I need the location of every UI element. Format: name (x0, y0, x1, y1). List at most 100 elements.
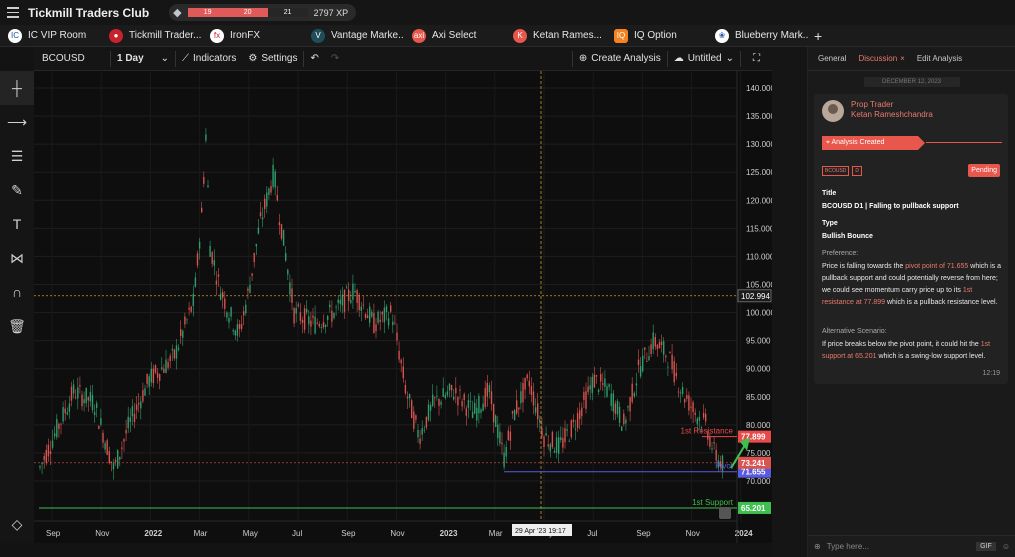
tab-iq-option[interactable]: IQ IQ Option (606, 25, 707, 47)
candle-body (306, 308, 308, 313)
chat-input[interactable]: Type here... (827, 542, 970, 551)
candle-body (226, 312, 228, 318)
menu-icon[interactable] (0, 0, 26, 25)
tab-tickmill-traders[interactable]: ● Tickmill Trader... (101, 25, 202, 47)
candle-body (518, 407, 520, 410)
candle-body (125, 429, 127, 434)
tab-edit-analysis[interactable]: Edit Analysis (917, 54, 962, 63)
brush-tool[interactable]: ✎ (0, 173, 34, 207)
candle-body (503, 452, 505, 468)
tab-ironfx[interactable]: fx IronFX (202, 25, 303, 47)
layers-icon: ◇ (11, 515, 23, 532)
candle-body (211, 252, 213, 264)
interval-select[interactable]: 1 Day ⌄ (111, 47, 175, 71)
candle-body (553, 450, 556, 453)
flag-label: Analysis Created (831, 139, 885, 146)
x-tick-label: 2023 (440, 529, 458, 538)
y-tick-label: 100.000 (746, 309, 772, 318)
tab-ic-vip-room[interactable]: IC IC VIP Room (0, 25, 101, 47)
indicators-icon: ⟋ (182, 53, 189, 64)
candle-body (572, 419, 575, 423)
indicators-button[interactable]: ⟋ Indicators (176, 47, 242, 71)
chart-canvas[interactable]: 140.000 135.000 130.000 125.000 120.000 115.0… (34, 71, 772, 543)
gif-button[interactable]: GIF (976, 542, 996, 551)
candle-body (715, 449, 717, 461)
layers-tool[interactable]: ◇ (0, 507, 34, 541)
crosshair-tool[interactable]: ┼ (0, 71, 34, 105)
trendline-tool[interactable]: ⟶ (0, 105, 34, 139)
add-tab-icon[interactable]: + (808, 28, 828, 44)
candle-body (579, 410, 581, 419)
candle-body (448, 383, 451, 391)
candle-body (276, 195, 278, 201)
candle-body (314, 316, 316, 334)
candle-body (253, 252, 255, 263)
fullscreen-button[interactable]: ⛶ (741, 47, 772, 71)
candle-body (679, 392, 682, 394)
candle-body (152, 368, 155, 384)
candle-body (408, 393, 411, 399)
candle-body (138, 403, 140, 405)
candle-body (587, 386, 589, 393)
candle-body (532, 391, 535, 406)
text: If price breaks below the pivot point, i… (822, 341, 981, 348)
candle-body (234, 330, 236, 336)
text-tool[interactable]: T (0, 207, 34, 241)
redo-button[interactable]: ↷ (325, 47, 345, 71)
tab-discussion[interactable]: Discussion × (858, 54, 904, 63)
candle-body (379, 319, 381, 322)
candle-body (597, 389, 600, 393)
candle-body (47, 444, 50, 457)
candle-body (681, 387, 684, 395)
title-value: BCOUSD D1 | Falling to pullback support (822, 203, 959, 210)
candle-body (356, 290, 358, 303)
author-name[interactable]: Ketan Rameshchandra (851, 110, 933, 119)
candle-body (591, 376, 593, 394)
pattern-tool[interactable]: ⋈ (0, 241, 34, 275)
candle-body (690, 406, 692, 408)
candle-body (159, 374, 161, 381)
y-tick-label: 85.000 (746, 393, 771, 402)
candle-body (81, 394, 83, 407)
magnet-tool[interactable]: ∩ (0, 275, 34, 309)
candle-body (79, 384, 81, 387)
candle-body (652, 332, 654, 350)
settings-button[interactable]: ⚙ Settings (242, 47, 303, 71)
candle-body (257, 227, 260, 234)
y-tick-label: 140.000 (746, 84, 772, 93)
candle-body (188, 307, 190, 310)
undo-button[interactable]: ↶ (304, 47, 324, 71)
candle-body (272, 164, 274, 187)
analysis-panel: General Discussion × Edit Analysis DECEMB… (807, 47, 1015, 557)
plus-circle-icon[interactable]: ⊕ (814, 542, 821, 551)
candle-body (543, 436, 545, 448)
redo-icon: ↷ (330, 53, 340, 64)
level-price-label: 71.655 (741, 468, 766, 477)
candle-body (123, 439, 125, 442)
close-icon[interactable]: × (900, 54, 905, 63)
x-tick-label: Nov (390, 529, 404, 538)
y-tick-label: 70.000 (746, 477, 771, 486)
tab-label: IQ Option (634, 30, 677, 41)
axi-logo-icon: axi (412, 28, 426, 43)
symbol-search[interactable]: BCOUSD (34, 47, 110, 71)
tab-blueberry[interactable]: ❀ Blueberry Mark... (707, 25, 808, 47)
candle-body (383, 307, 386, 323)
layout-select[interactable]: ☁ Untitled ⌄ (668, 47, 740, 71)
delete-tool[interactable]: 🗑 (0, 309, 34, 343)
tab-vantage[interactable]: V Vantage Marke... (303, 25, 404, 47)
price-chart[interactable]: 140.000 135.000 130.000 125.000 120.000 115.0… (34, 71, 772, 543)
flag-line (926, 142, 1002, 143)
layout-label: Untitled (687, 53, 722, 64)
candle-body (671, 354, 673, 370)
tab-general[interactable]: General (818, 54, 846, 63)
emoji-icon[interactable]: ☺ (1002, 542, 1010, 551)
tab-ketan[interactable]: K Ketan Rames... (505, 25, 606, 47)
candle-body (457, 397, 459, 406)
candle-body (677, 391, 680, 393)
fib-tool[interactable]: ☰ (0, 139, 34, 173)
candle-body (631, 383, 633, 402)
x-tick-label: May (243, 529, 258, 538)
tab-axi-select[interactable]: axi Axi Select (404, 25, 505, 47)
create-analysis-button[interactable]: ⊕ Create Analysis (573, 47, 667, 71)
